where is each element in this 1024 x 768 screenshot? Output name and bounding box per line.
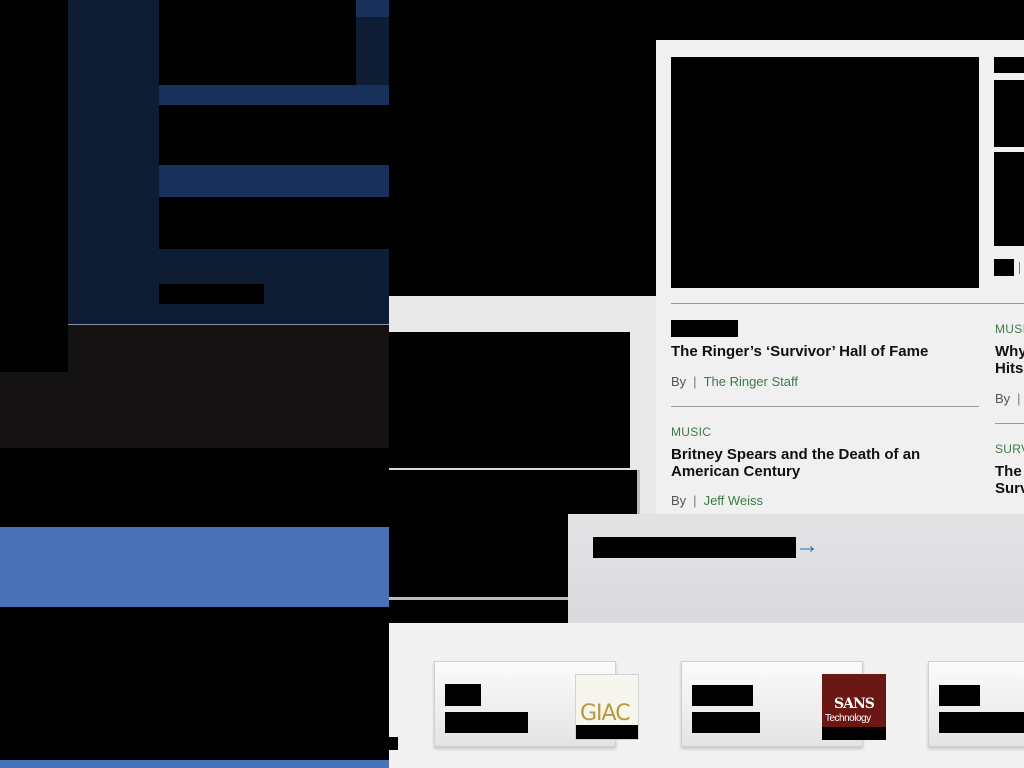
side-thumb-4[interactable] <box>994 259 1014 276</box>
card-subtitle <box>692 712 760 733</box>
byline-separator: | <box>1017 391 1021 406</box>
blue-footer-line <box>0 760 389 768</box>
card-subtitle <box>939 712 1024 733</box>
logo-caption <box>822 727 886 740</box>
byline-by: By <box>671 493 687 508</box>
mid-promo-box[interactable] <box>389 332 630 470</box>
nav-item-2[interactable] <box>159 105 389 165</box>
giac-logo-text: GIAC <box>580 701 631 726</box>
side-story-category[interactable]: MUSI <box>995 322 1024 336</box>
nav-band-2 <box>159 165 389 197</box>
nav-button[interactable] <box>159 284 264 304</box>
story-title[interactable]: Britney Spears and the Death of an Ameri… <box>671 446 971 480</box>
nav-corner-tab[interactable] <box>356 0 389 17</box>
sans-logo: SANS Technology <box>822 674 886 740</box>
author-link[interactable]: The Ringer Staff <box>704 374 798 389</box>
side-thumb-1[interactable] <box>994 57 1024 73</box>
side-story-rule <box>995 423 1024 424</box>
story-byline: By | The Ringer Staff <box>671 374 798 389</box>
nav-item-3[interactable] <box>159 197 389 249</box>
edge-block <box>389 737 398 750</box>
side-story-title-line: Surv <box>995 480 1024 497</box>
side-story-category[interactable]: SURV <box>995 442 1024 456</box>
byline-separator: | <box>693 493 697 508</box>
charcoal-corner <box>0 325 68 372</box>
nav-item-1[interactable] <box>159 0 356 85</box>
card-title <box>939 685 980 706</box>
side-thumb-2[interactable] <box>994 80 1024 147</box>
cta-link[interactable] <box>593 537 796 558</box>
story-category[interactable]: MUSIC <box>671 425 711 439</box>
sans-logo-subtext: Technology <box>825 713 871 724</box>
side-story-title[interactable]: TheSurv <box>995 463 1024 497</box>
video-player[interactable] <box>671 57 979 288</box>
story-tag[interactable] <box>671 320 738 337</box>
byline-by: By <box>995 391 1011 406</box>
story-title[interactable]: The Ringer’s ‘Survivor’ Hall of Fame <box>671 343 971 360</box>
author-link[interactable]: Jeff Weiss <box>704 493 763 508</box>
side-story-title[interactable]: Why Hits <box>995 343 1024 377</box>
card-subtitle <box>445 712 528 733</box>
side-thumb-3[interactable] <box>994 152 1024 246</box>
side-story-title-line: Hits <box>995 360 1024 377</box>
byline-separator: | <box>693 374 697 389</box>
story-rule <box>671 406 979 407</box>
section-rule <box>671 303 1024 304</box>
cta-banner <box>568 514 1024 623</box>
sans-logo-text: SANS <box>834 696 875 712</box>
blue-bar[interactable] <box>0 527 389 607</box>
nav-band-1 <box>159 85 389 105</box>
story-byline: By | Jeff Weiss <box>671 493 763 508</box>
card-title <box>445 684 481 706</box>
card-title <box>692 685 753 706</box>
byline-by: By <box>671 374 687 389</box>
side-story-byline: By | <box>995 391 1024 406</box>
giac-logo: GIAC <box>575 674 639 740</box>
side-story-title-line: The <box>995 463 1022 480</box>
side-story-title-line: Why <box>995 343 1024 360</box>
arrow-right-icon[interactable]: → <box>795 532 819 560</box>
side-separator <box>1019 262 1020 274</box>
logo-caption <box>576 725 638 739</box>
